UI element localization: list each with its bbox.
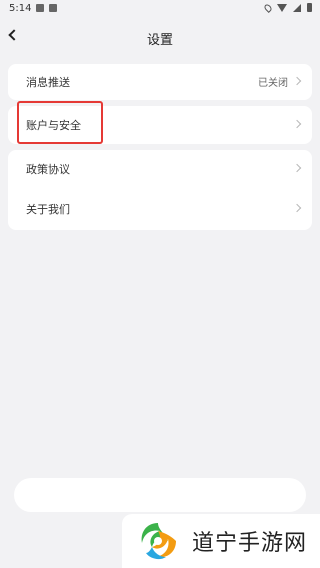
swirl-logo-icon	[136, 519, 180, 563]
settings-row-policy[interactable]: 政策协议	[8, 150, 312, 188]
nav-bar: 设置	[0, 22, 320, 54]
location-icon	[263, 2, 273, 13]
bottom-action-bar[interactable]	[14, 478, 306, 512]
watermark: 道宁手游网	[122, 514, 320, 568]
settings-row-about[interactable]: 关于我们	[8, 190, 312, 228]
notification-icons	[36, 4, 57, 12]
chevron-right-icon	[292, 76, 302, 86]
watermark-text: 道宁手游网	[192, 531, 308, 556]
about-label: 关于我们	[26, 203, 70, 216]
push-status: 已关闭	[258, 78, 288, 89]
system-icons	[263, 2, 312, 13]
status-time: 5:14	[9, 3, 32, 14]
signal-icon	[293, 3, 301, 12]
page-title: 设置	[146, 33, 173, 48]
chevron-right-icon	[292, 119, 302, 129]
notification-icon	[36, 4, 44, 12]
push-label: 消息推送	[26, 76, 70, 89]
wifi-icon	[277, 3, 287, 12]
chevron-right-icon	[292, 163, 302, 173]
policy-label: 政策协议	[26, 163, 70, 176]
info-card: 政策协议 关于我们	[8, 150, 312, 230]
highlight-box	[17, 101, 103, 144]
app-notification-icon	[49, 4, 57, 12]
battery-icon	[307, 3, 312, 12]
push-card: 消息推送 已关闭	[8, 64, 312, 100]
settings-row-push[interactable]: 消息推送 已关闭	[8, 63, 312, 101]
chevron-right-icon	[292, 203, 302, 213]
status-bar: 5:14	[0, 0, 320, 18]
